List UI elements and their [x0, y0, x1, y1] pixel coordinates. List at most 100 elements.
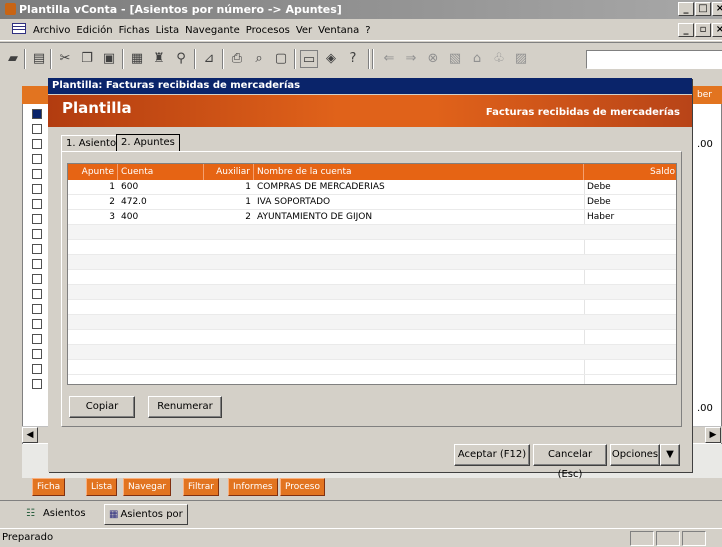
- window-tab-asientos[interactable]: ☷ Asientos: [22, 504, 90, 525]
- row-checkbox[interactable]: [32, 319, 42, 329]
- menu-ver[interactable]: Ver: [293, 20, 315, 42]
- row-checkbox[interactable]: [32, 169, 42, 179]
- mdi-minimize-button[interactable]: _: [678, 23, 694, 37]
- mdi-close-button[interactable]: ×: [712, 23, 722, 37]
- background-value: .00: [697, 403, 713, 414]
- status-pane: [656, 531, 680, 546]
- cut-icon[interactable]: ✂: [56, 50, 74, 68]
- cell-nombre: AYUNTAMIENTO DE GIJON: [257, 212, 373, 222]
- row-checkbox[interactable]: [32, 349, 42, 359]
- binoculars-icon[interactable]: ♜: [150, 50, 168, 68]
- tab-proceso[interactable]: Proceso: [280, 478, 325, 496]
- tab-filtrar[interactable]: Filtrar: [183, 478, 219, 496]
- empty-row: [68, 345, 676, 360]
- tab-informes[interactable]: Informes: [228, 478, 278, 496]
- row-checkbox[interactable]: [32, 139, 42, 149]
- column-apunte[interactable]: Apunte: [68, 164, 118, 180]
- window-icon[interactable]: ▭: [300, 50, 318, 68]
- accept-button[interactable]: Aceptar (F12): [454, 444, 530, 466]
- address-input[interactable]: [586, 50, 722, 69]
- row-checkbox[interactable]: [32, 304, 42, 314]
- toolbar-separator: [372, 49, 374, 69]
- tab-asiento[interactable]: 1. Asiento: [61, 135, 122, 152]
- copy-button[interactable]: Copiar: [69, 396, 135, 418]
- paste-icon[interactable]: ▣: [100, 50, 118, 68]
- maximize-button[interactable]: □: [695, 2, 711, 16]
- edit-icon[interactable]: ▤: [30, 50, 48, 68]
- cell-saldo: Debe: [587, 197, 611, 207]
- options-button[interactable]: Opciones: [610, 444, 660, 466]
- banner-title: Plantilla: [62, 99, 132, 117]
- print-icon[interactable]: ⎙: [228, 50, 246, 68]
- template-dialog: Plantilla: Facturas recibidas de mercade…: [48, 78, 692, 480]
- table-icon: ▦: [109, 509, 119, 520]
- cell-auxiliar: 1: [245, 197, 251, 207]
- row-checkbox[interactable]: [32, 259, 42, 269]
- row-checkbox[interactable]: [32, 154, 42, 164]
- scroll-left-icon[interactable]: ◀: [22, 427, 38, 443]
- close-button[interactable]: ×: [712, 2, 722, 16]
- favorites-icon[interactable]: ♧: [490, 50, 508, 68]
- options-dropdown-icon[interactable]: ▼: [660, 444, 680, 466]
- tree-icon: ☷: [26, 508, 35, 519]
- row-checkbox[interactable]: [32, 229, 42, 239]
- row-checkbox[interactable]: [32, 289, 42, 299]
- print-preview-icon[interactable]: ⌕: [250, 50, 268, 68]
- row-checkbox[interactable]: [32, 379, 42, 389]
- forward-arrow-icon[interactable]: ⇒: [402, 50, 420, 68]
- form-icon[interactable]: ▢: [272, 50, 290, 68]
- row-checkbox[interactable]: [32, 334, 42, 344]
- column-saldo[interactable]: Saldo: [584, 164, 676, 180]
- menu-procesos[interactable]: Procesos: [243, 20, 293, 42]
- window-title: Plantilla vConta - [Asientos por número …: [19, 3, 342, 16]
- home-icon[interactable]: ⌂: [468, 50, 486, 68]
- tab-lista[interactable]: Lista: [86, 478, 118, 496]
- tab-apuntes[interactable]: 2. Apuntes: [116, 134, 180, 152]
- cell-saldo: Debe: [587, 182, 611, 192]
- column-nombre[interactable]: Nombre de la cuenta: [254, 164, 584, 180]
- menu-edicion[interactable]: Edición: [73, 20, 115, 42]
- row-checkbox[interactable]: [32, 274, 42, 284]
- tab-ficha[interactable]: Ficha: [32, 478, 66, 496]
- column-auxiliar[interactable]: Auxiliar: [204, 164, 254, 180]
- menu-help[interactable]: ?: [362, 20, 373, 42]
- table-row[interactable]: 1 600 1 COMPRAS DE MERCADERIAS Debe: [68, 180, 676, 195]
- search-icon[interactable]: ⚲: [172, 50, 190, 68]
- menu-archivo[interactable]: Archivo: [30, 20, 73, 42]
- column-cuenta[interactable]: Cuenta: [118, 164, 204, 180]
- minimize-button[interactable]: _: [678, 2, 694, 16]
- copy-icon[interactable]: ❐: [78, 50, 96, 68]
- empty-row: [68, 300, 676, 315]
- row-checkbox[interactable]: [32, 124, 42, 134]
- empty-row: [68, 360, 676, 375]
- table-row[interactable]: 2 472.0 1 IVA SOPORTADO Debe: [68, 195, 676, 210]
- tab-navegar[interactable]: Navegar: [123, 478, 172, 496]
- back-arrow-icon[interactable]: ⇐: [380, 50, 398, 68]
- row-checkbox[interactable]: [32, 199, 42, 209]
- menu-ventana[interactable]: Ventana: [315, 20, 362, 42]
- stop-icon[interactable]: ⊗: [424, 50, 442, 68]
- menu-lista[interactable]: Lista: [153, 20, 183, 42]
- mdi-restore-button[interactable]: ▫: [695, 23, 711, 37]
- renumber-button[interactable]: Renumerar: [148, 396, 222, 418]
- open-folder-icon[interactable]: ▰: [4, 50, 22, 68]
- help-icon[interactable]: ?: [344, 50, 362, 68]
- row-checkbox[interactable]: [32, 184, 42, 194]
- row-checkbox[interactable]: [32, 214, 42, 224]
- cancel-button[interactable]: Cancelar (Esc): [533, 444, 607, 480]
- table-row[interactable]: 3 400 2 AYUNTAMIENTO DE GIJON Haber: [68, 210, 676, 225]
- ruler-icon[interactable]: ⊿: [200, 50, 218, 68]
- window-tab-asientos-por[interactable]: ▦ Asientos por ...: [104, 504, 188, 525]
- list-icon[interactable]: ▦: [128, 50, 146, 68]
- row-checkbox[interactable]: [32, 244, 42, 254]
- menu-fichas[interactable]: Fichas: [116, 20, 153, 42]
- scroll-right-icon[interactable]: ▶: [705, 427, 721, 443]
- toolbar-separator: [50, 49, 52, 69]
- row-checkbox[interactable]: [32, 109, 42, 119]
- row-checkbox[interactable]: [32, 364, 42, 374]
- history-icon[interactable]: ▨: [512, 50, 530, 68]
- refresh-icon[interactable]: ▧: [446, 50, 464, 68]
- menu-navegante[interactable]: Navegante: [182, 20, 243, 42]
- diamond-icon[interactable]: ◈: [322, 50, 340, 68]
- cell-apunte: 3: [109, 212, 115, 222]
